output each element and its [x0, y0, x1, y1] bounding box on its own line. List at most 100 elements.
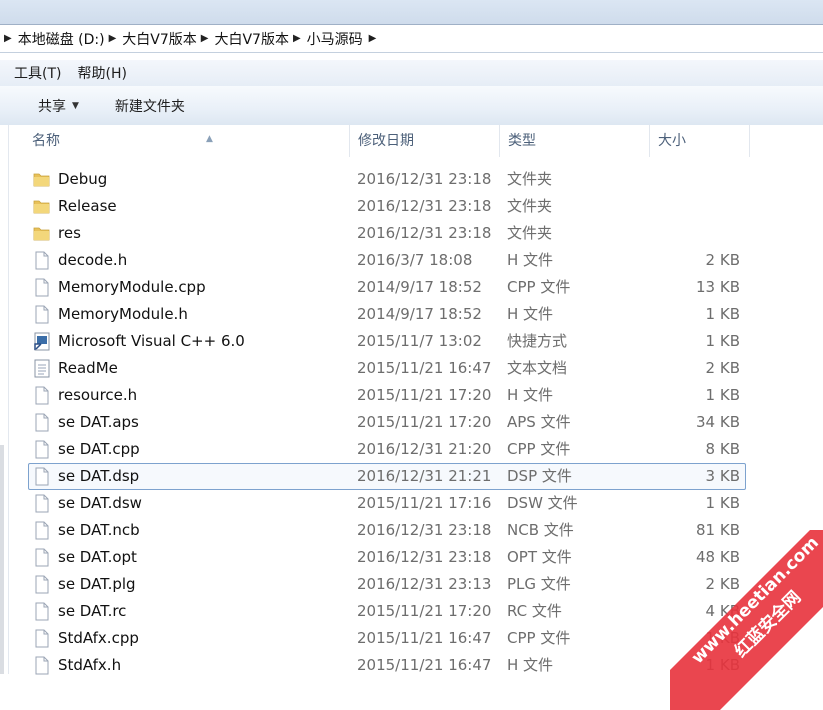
file-row[interactable]: se DAT.dsp 2016/12/31 21:21 DSP 文件 3 KB [9, 463, 823, 490]
column-header-type[interactable]: 类型 [500, 125, 650, 157]
file-date: 2014/9/17 18:52 [357, 278, 482, 296]
file-row[interactable]: se DAT.aps 2015/11/21 17:20 APS 文件 34 KB [9, 409, 823, 436]
file-size: 1 KB [705, 386, 740, 404]
file-name: se DAT.ncb [58, 521, 140, 539]
column-header-size[interactable]: 大小 [650, 125, 750, 157]
address-bar[interactable]: ▶ 本地磁盘 (D:) ▶ 大白V7版本 ▶ 大白V7版本 ▶ 小马源码 ▶ [0, 24, 823, 53]
file-icon [32, 656, 52, 675]
breadcrumb-segment[interactable]: ▶ 大白V7版本 [105, 25, 197, 52]
file-row[interactable]: StdAfx.h 2015/11/21 16:47 H 文件 1 KB [9, 652, 823, 679]
column-name-label: 名称 [32, 133, 60, 149]
file-type: PLG 文件 [507, 575, 571, 593]
breadcrumb-segment[interactable]: ▶ 本地磁盘 (D:) [0, 25, 105, 52]
file-row[interactable]: se DAT.rc 2015/11/21 17:20 RC 文件 4 KB [9, 598, 823, 625]
folder-icon [32, 224, 52, 243]
chevron-right-icon[interactable]: ▶ [4, 33, 12, 44]
file-row[interactable]: se DAT.ncb 2016/12/31 23:18 NCB 文件 81 KB [9, 517, 823, 544]
column-size-label: 大小 [658, 133, 686, 149]
file-name: se DAT.plg [58, 575, 136, 593]
file-name: StdAfx.cpp [58, 629, 139, 647]
file-type: CPP 文件 [507, 278, 571, 296]
file-row[interactable]: StdAfx.cpp 2015/11/21 16:47 CPP 文件 1 KB [9, 625, 823, 652]
file-type: CPP 文件 [507, 440, 571, 458]
chevron-right-icon[interactable]: ▶ [293, 33, 301, 44]
file-name: se DAT.cpp [58, 440, 140, 458]
file-date: 2016/12/31 23:18 [357, 548, 492, 566]
file-type: H 文件 [507, 386, 554, 404]
share-button[interactable]: 共享 ▼ [38, 96, 79, 116]
file-type: 文件夹 [507, 224, 553, 242]
file-size: 2 KB [705, 251, 740, 269]
file-date: 2015/11/21 16:47 [357, 359, 492, 377]
folder-icon [32, 197, 52, 216]
file-name: MemoryModule.cpp [58, 278, 206, 296]
file-name: se DAT.rc [58, 602, 127, 620]
file-type: DSP 文件 [507, 467, 572, 485]
file-date: 2016/12/31 23:18 [357, 170, 492, 188]
file-type: NCB 文件 [507, 521, 574, 539]
breadcrumb-label: 大白V7版本 [214, 31, 289, 48]
file-type: DSW 文件 [507, 494, 578, 512]
file-row[interactable]: res 2016/12/31 23:18 文件夹 [9, 220, 823, 247]
file-icon [32, 575, 52, 594]
file-row[interactable]: MemoryModule.cpp 2014/9/17 18:52 CPP 文件 13 … [9, 274, 823, 301]
text-document-icon [32, 359, 52, 378]
chevron-right-icon[interactable]: ▶ [109, 33, 117, 44]
chevron-down-icon: ▼ [72, 100, 79, 111]
file-date: 2015/11/21 16:47 [357, 629, 492, 647]
file-row[interactable]: Debug 2016/12/31 23:18 文件夹 [9, 166, 823, 193]
file-name: se DAT.opt [58, 548, 137, 566]
file-icon [32, 440, 52, 459]
chevron-right-icon[interactable]: ▶ [369, 33, 377, 44]
navigation-pane-edge [0, 125, 9, 674]
file-date: 2016/12/31 23:18 [357, 521, 492, 539]
file-name: resource.h [58, 386, 138, 404]
file-type: 文件夹 [507, 197, 553, 215]
column-type-label: 类型 [508, 133, 536, 149]
file-row[interactable]: ReadMe 2015/11/21 16:47 文本文档 2 KB [9, 355, 823, 382]
file-row[interactable]: decode.h 2016/3/7 18:08 H 文件 2 KB [9, 247, 823, 274]
file-size: 2 KB [705, 359, 740, 377]
file-size [649, 220, 740, 247]
new-folder-button[interactable]: 新建文件夹 [115, 96, 185, 116]
file-row[interactable]: Release 2016/12/31 23:18 文件夹 [9, 193, 823, 220]
file-type: H 文件 [507, 305, 554, 323]
column-header-name[interactable]: 名称 ▲ [24, 125, 350, 157]
column-header-date[interactable]: 修改日期 [350, 125, 500, 157]
file-date: 2015/11/7 13:02 [357, 332, 482, 350]
column-header: 名称 ▲ 修改日期 类型 大小 [9, 125, 823, 157]
file-size: 4 KB [705, 602, 740, 620]
file-row[interactable]: Microsoft Visual C++ 6.0 2015/11/7 13:02 快… [9, 328, 823, 355]
folder-icon [32, 170, 52, 189]
file-icon [32, 467, 52, 486]
file-icon [32, 251, 52, 270]
file-row[interactable]: resource.h 2015/11/21 17:20 H 文件 1 KB [9, 382, 823, 409]
file-type: RC 文件 [507, 602, 562, 620]
chevron-right-icon[interactable]: ▶ [201, 33, 209, 44]
file-row[interactable]: se DAT.plg 2016/12/31 23:13 PLG 文件 2 KB [9, 571, 823, 598]
file-row[interactable]: MemoryModule.h 2014/9/17 18:52 H 文件 1 KB [9, 301, 823, 328]
menu-help[interactable]: 帮助(H) [77, 63, 126, 83]
breadcrumb-segment[interactable]: ▶ 小马源码 [289, 25, 363, 52]
file-size [649, 166, 740, 193]
file-row[interactable]: se DAT.cpp 2016/12/31 21:20 CPP 文件 8 KB [9, 436, 823, 463]
file-size: 1 KB [705, 629, 740, 647]
file-icon [32, 548, 52, 567]
file-size [649, 193, 740, 220]
file-row[interactable]: se DAT.dsw 2015/11/21 17:16 DSW 文件 1 KB [9, 490, 823, 517]
menu-tools[interactable]: 工具(T) [14, 63, 61, 83]
file-name: Release [58, 197, 117, 215]
file-type: 文本文档 [507, 359, 568, 377]
file-name: Microsoft Visual C++ 6.0 [58, 332, 245, 350]
window-title-bar [0, 0, 823, 24]
file-date: 2016/12/31 23:13 [357, 575, 492, 593]
file-date: 2016/12/31 21:21 [357, 467, 492, 485]
file-size: 1 KB [705, 332, 740, 350]
file-date: 2016/3/7 18:08 [357, 251, 473, 269]
file-icon [32, 521, 52, 540]
breadcrumb-segment[interactable]: ▶ 大白V7版本 [197, 25, 289, 52]
scrollbar-thumb[interactable] [0, 445, 4, 674]
file-type: 文件夹 [507, 170, 553, 188]
file-date: 2015/11/21 17:20 [357, 413, 492, 431]
file-row[interactable]: se DAT.opt 2016/12/31 23:18 OPT 文件 48 KB [9, 544, 823, 571]
